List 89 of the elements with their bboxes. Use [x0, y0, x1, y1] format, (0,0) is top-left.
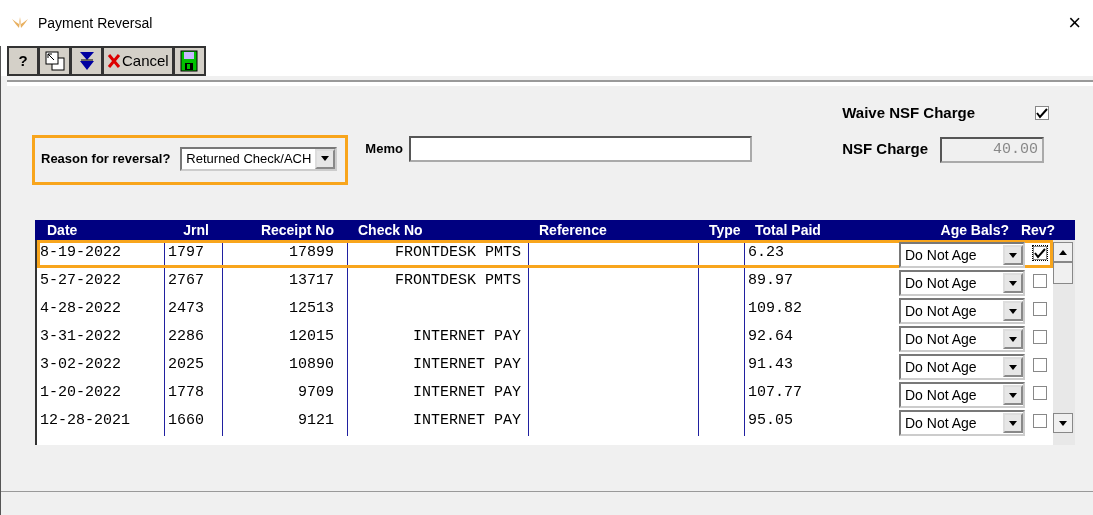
restore-button[interactable] — [39, 46, 71, 76]
table-cell: 3-02-2022 — [40, 356, 121, 373]
table-cell: 1660 — [168, 412, 204, 429]
reason-label: Reason for reversal? — [41, 149, 171, 168]
reverse-checkbox[interactable] — [1033, 358, 1047, 372]
window-title: Payment Reversal — [38, 13, 153, 33]
waive-nsf-label: Waive NSF Charge — [842, 103, 975, 123]
caret-down-icon — [1059, 420, 1067, 426]
age-dropdown[interactable]: Do Not Age — [899, 242, 1025, 268]
windows-icon — [43, 50, 66, 72]
table-cell: FRONTDESK PMTS — [394, 244, 521, 261]
column-header: Type — [708, 221, 742, 240]
table-cell: 1778 — [168, 384, 204, 401]
table-cell: 92.64 — [748, 328, 793, 345]
column-header: Rev? — [1020, 221, 1056, 240]
table-cell: 2025 — [168, 356, 204, 373]
table-cell: INTERNET PAY — [412, 384, 521, 401]
table-cell: 4-28-2022 — [40, 300, 121, 317]
scroll-up-button[interactable] — [1053, 242, 1073, 262]
scrollbar[interactable] — [1053, 240, 1075, 445]
table-cell: INTERNET PAY — [412, 356, 521, 373]
reverse-checkbox[interactable] — [1033, 246, 1047, 260]
reason-dropdown[interactable]: Returned Check/ACH — [180, 146, 338, 171]
table-cell: 12-28-2021 — [40, 412, 130, 429]
waive-nsf-checkbox[interactable] — [1035, 106, 1049, 121]
age-dropdown[interactable]: Do Not Age — [899, 410, 1025, 436]
age-dropdown[interactable]: Do Not Age — [899, 382, 1025, 408]
caret-down-icon — [1009, 420, 1017, 426]
table-cell: 13717 — [289, 272, 334, 289]
caret-down-icon — [1009, 392, 1017, 398]
column-header: Receipt No — [259, 221, 335, 240]
caret-down-icon — [321, 156, 330, 161]
save-button[interactable] — [173, 46, 206, 76]
table-cell: 6.23 — [748, 244, 784, 261]
table-cell: 3-31-2022 — [40, 328, 121, 345]
caret-down-icon — [1009, 336, 1017, 342]
column-header: Age Bals? — [939, 221, 1010, 240]
help-button[interactable]: ? — [7, 46, 39, 76]
table-cell: 12513 — [289, 300, 334, 317]
scroll-down-button[interactable] — [1053, 413, 1073, 433]
column-header: Date — [46, 221, 79, 240]
table-cell: 2286 — [168, 328, 204, 345]
age-dropdown[interactable]: Do Not Age — [899, 326, 1025, 352]
memo-label: Memo — [365, 140, 403, 159]
table-cell: 9709 — [298, 384, 334, 401]
caret-down-icon — [1009, 280, 1017, 286]
table-cell: 10890 — [289, 356, 334, 373]
table-cell: 89.97 — [748, 272, 793, 289]
table-cell: 17899 — [289, 244, 334, 261]
table-cell: 95.05 — [748, 412, 793, 429]
table-cell: 107.77 — [748, 384, 802, 401]
table-cell: INTERNET PAY — [412, 412, 521, 429]
close-button[interactable]: × — [1066, 12, 1083, 34]
app-logo-icon — [10, 16, 30, 30]
age-dropdown[interactable]: Do Not Age — [899, 270, 1025, 296]
table-cell: 2473 — [168, 300, 204, 317]
double-arrow-down-icon — [78, 50, 95, 72]
memo-field[interactable] — [408, 136, 752, 162]
nsf-charge-label: NSF Charge — [842, 139, 929, 160]
reverse-checkbox[interactable] — [1033, 302, 1047, 316]
column-header: Reference — [538, 221, 608, 240]
table-cell: 91.43 — [748, 356, 793, 373]
table-cell: 109.82 — [748, 300, 802, 317]
caret-down-icon — [1009, 364, 1017, 370]
reverse-checkbox[interactable] — [1033, 274, 1047, 288]
column-header: Jrnl — [182, 221, 210, 240]
scrollbar-thumb[interactable] — [1053, 262, 1073, 284]
column-header: Check No — [357, 221, 424, 240]
reverse-checkbox[interactable] — [1033, 386, 1047, 400]
caret-down-icon — [1009, 308, 1017, 314]
age-dropdown[interactable]: Do Not Age — [899, 298, 1025, 324]
table-cell: 9121 — [298, 412, 334, 429]
table-cell: 1-20-2022 — [40, 384, 121, 401]
caret-down-icon — [1009, 252, 1017, 258]
table-cell: 2767 — [168, 272, 204, 289]
reverse-checkbox[interactable] — [1033, 414, 1047, 428]
table-cell: 5-27-2022 — [40, 272, 121, 289]
cancel-button[interactable]: Cancel — [103, 46, 174, 76]
reverse-checkbox[interactable] — [1033, 330, 1047, 344]
age-dropdown[interactable]: Do Not Age — [899, 354, 1025, 380]
cancel-icon — [107, 53, 121, 69]
table-cell: 12015 — [289, 328, 334, 345]
caret-up-icon — [1059, 249, 1067, 255]
move-down-button[interactable] — [71, 46, 103, 76]
table-cell: FRONTDESK PMTS — [394, 272, 521, 289]
table-cell: 8-19-2022 — [40, 244, 121, 261]
table-cell: 1797 — [168, 244, 204, 261]
column-header: Total Paid — [754, 221, 822, 240]
table-cell: INTERNET PAY — [412, 328, 521, 345]
